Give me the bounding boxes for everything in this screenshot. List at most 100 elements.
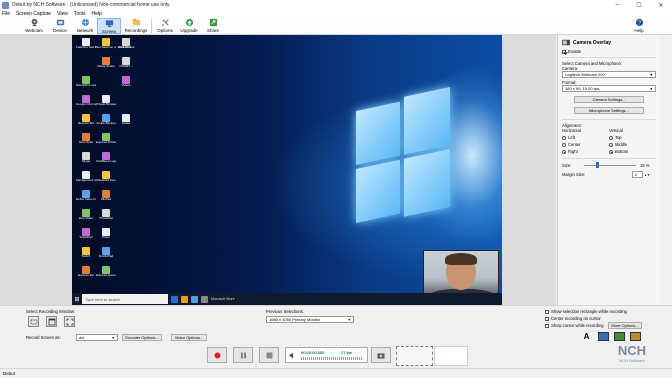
- desktop-icon-label: FadeOut Test Explorer: [76, 46, 96, 49]
- screen-button[interactable]: Screen: [97, 18, 121, 34]
- desktop-icon-glyph: [82, 95, 90, 103]
- v-bottom-radio[interactable]: Bottom: [609, 149, 656, 154]
- help-button[interactable]: ? Help: [630, 18, 648, 34]
- desktop-icon-label: PhotoPad: [99, 217, 113, 220]
- menu-file[interactable]: File: [2, 11, 10, 17]
- more-options-button[interactable]: More Options...: [608, 322, 642, 329]
- v-middle-radio[interactable]: Middle: [609, 142, 656, 147]
- show-rect-checkbox[interactable]: [545, 309, 549, 314]
- share-button[interactable]: Share: [203, 18, 223, 34]
- h-left-radio[interactable]: Left: [562, 135, 609, 140]
- encoder-options-button[interactable]: Encoder Options...: [122, 334, 162, 341]
- v-middle-label: Middle: [615, 142, 628, 147]
- menu-help[interactable]: Help: [92, 11, 102, 17]
- h-right-radio[interactable]: Right: [562, 149, 609, 154]
- menu-view[interactable]: View: [57, 11, 68, 17]
- enable-checkbox-box[interactable]: [562, 49, 566, 54]
- maximize-button[interactable]: ☐: [628, 0, 650, 10]
- desktop-icon: 2018 Photos: [116, 38, 136, 49]
- center-cursor-option[interactable]: Center recording on cursor: [545, 316, 601, 321]
- region-icon: [30, 319, 38, 325]
- camera-select[interactable]: Logitech Webcam 200 ▼: [562, 71, 656, 78]
- v-top-radio[interactable]: Top: [609, 135, 656, 140]
- close-button[interactable]: ✕: [650, 0, 672, 10]
- radio-bottom[interactable]: [609, 149, 613, 154]
- record-button[interactable]: [207, 347, 227, 363]
- size-slider[interactable]: [584, 162, 636, 168]
- stop-icon: [266, 352, 272, 358]
- microphone-settings-button[interactable]: Microphone Settings...: [574, 107, 644, 114]
- v-bottom-label: Bottom: [615, 149, 629, 154]
- camera-settings-button[interactable]: Camera Settings...: [574, 96, 644, 103]
- toolbar-separator: [151, 19, 152, 33]
- desktop-icon-glyph: [82, 247, 90, 255]
- desktop-icon-glyph: [102, 133, 110, 141]
- enable-overlay-checkbox[interactable]: Enable: [562, 49, 656, 54]
- speaker-icon[interactable]: [289, 352, 296, 359]
- radio-top[interactable]: [609, 135, 613, 140]
- size-slider-track: [584, 164, 636, 166]
- minimize-button[interactable]: –: [606, 0, 628, 10]
- spinner-icon[interactable]: ▲▼: [644, 173, 650, 177]
- margin-size-input[interactable]: 2: [632, 171, 643, 178]
- radio-middle[interactable]: [609, 142, 613, 147]
- windows-start-icon: ⊞: [74, 296, 80, 303]
- desktop-icon-label: Zulu Video: [78, 217, 94, 220]
- recordings-button[interactable]: Recordings: [123, 18, 149, 34]
- desktop-icon-label: VideoPad: [79, 236, 93, 239]
- h-left-label: Left: [568, 135, 575, 140]
- show-cursor-label: Show cursor while recording: [551, 323, 604, 328]
- video-effects-icon[interactable]: [598, 332, 609, 341]
- select-recording-window-label: Select Recording Window:: [26, 309, 76, 314]
- menu-screen-capture[interactable]: Screen Capture: [16, 11, 51, 17]
- full-screen-button[interactable]: [64, 316, 75, 327]
- desktop-icon: ClickBeep Logitech C...: [96, 152, 116, 163]
- desktop-icon-glyph: [82, 38, 90, 46]
- center-cursor-checkbox[interactable]: [545, 316, 549, 321]
- text-overlay-icon[interactable]: A: [582, 332, 591, 341]
- radio-center[interactable]: [562, 142, 566, 147]
- desktop-icon-label: Skype: [81, 160, 91, 163]
- desktop-icon: NCH Suite: [76, 133, 96, 144]
- desktop-icon-glyph: [122, 76, 130, 84]
- webcam-button[interactable]: Webcam: [22, 18, 46, 34]
- menu-tools[interactable]: Tools: [74, 11, 86, 17]
- previous-selections-select[interactable]: 1680 x 1050 Primary Monitor ▼: [266, 316, 354, 323]
- video-options-button[interactable]: Video Options...: [171, 334, 207, 341]
- windows-logo: [356, 87, 450, 225]
- desktop-icon-label: Movie Studio: [97, 65, 115, 68]
- desktop-icon-glyph: [102, 190, 110, 198]
- color-adjust-icon[interactable]: [630, 332, 641, 341]
- snapshot-button[interactable]: [371, 347, 391, 363]
- windows-taskbar: ⊞ Type here to search Microsoft Store: [72, 293, 502, 305]
- pause-button[interactable]: [233, 347, 253, 363]
- stop-button[interactable]: [259, 347, 279, 363]
- desktop-icon: Switch: [76, 247, 96, 258]
- desktop-icon-label: Google Chrome: [76, 103, 96, 106]
- desktop-icon-glyph: [82, 171, 90, 179]
- radio-right[interactable]: [562, 149, 566, 154]
- chevron-down-icon: ▼: [347, 318, 351, 322]
- h-center-radio[interactable]: Center: [562, 142, 609, 147]
- previous-selections-value: 1680 x 1050 Primary Monitor: [269, 317, 321, 322]
- divider: [562, 158, 656, 159]
- show-cursor-option[interactable]: Show cursor while recording: [545, 323, 604, 328]
- previous-selections-label: Previous Selections:: [266, 309, 304, 314]
- desktop-icon-label: WavePad Sound Editor: [96, 179, 116, 182]
- desktop-icon-glyph: [102, 266, 110, 274]
- capture-thumbnail: [396, 346, 433, 366]
- format-select[interactable]: 160 x 90, 15.00 fps, ▼: [562, 85, 656, 92]
- upgrade-button[interactable]: Upgrade: [178, 18, 200, 34]
- select-window-button[interactable]: [46, 316, 57, 327]
- size-slider-thumb[interactable]: [596, 162, 600, 168]
- show-cursor-checkbox[interactable]: [545, 323, 549, 328]
- device-button[interactable]: Device: [48, 18, 72, 34]
- radio-left[interactable]: [562, 135, 566, 140]
- options-button[interactable]: Options: [154, 18, 176, 34]
- select-region-button[interactable]: [28, 316, 39, 327]
- show-rect-option[interactable]: Show selection rectangle while recording: [545, 309, 627, 314]
- network-button[interactable]: Network: [73, 18, 97, 34]
- margin-size-value: 2: [635, 172, 638, 177]
- format-record-select[interactable]: avi ▼: [76, 334, 118, 341]
- watermark-icon[interactable]: [614, 332, 625, 341]
